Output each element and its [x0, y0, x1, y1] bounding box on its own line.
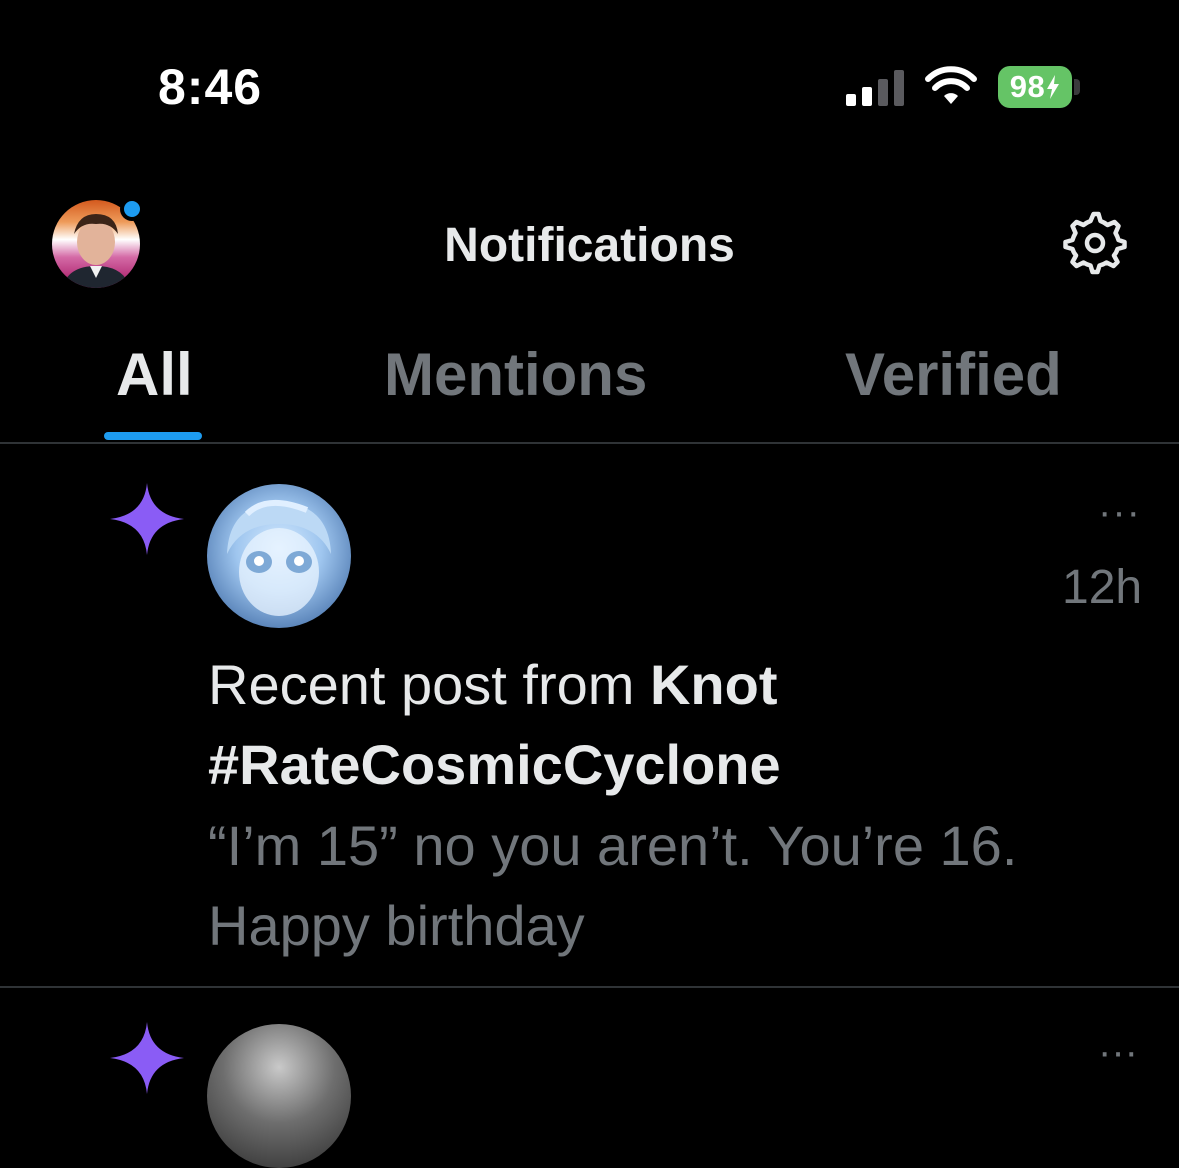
author-name[interactable]: Knot [650, 653, 778, 716]
sparkle-icon [110, 483, 184, 555]
battery-cap [1074, 79, 1080, 95]
author-avatar[interactable] [207, 1024, 351, 1168]
more-options-button[interactable]: ··· [1098, 1030, 1138, 1075]
row-divider [0, 986, 1179, 988]
post-preview-line-2: Happy birthday [208, 894, 585, 957]
summary-prefix: Recent post from [208, 653, 650, 716]
post-preview-line-1: “I’m 15” no you aren’t. You’re 16. [208, 814, 1018, 877]
hashtag-link[interactable]: #RateCosmicCyclone [208, 725, 781, 805]
tab-all[interactable]: All [116, 340, 193, 409]
tabs-divider [0, 442, 1179, 444]
tab-verified[interactable]: Verified [845, 340, 1062, 409]
author-avatar[interactable] [207, 484, 351, 628]
notification-summary[interactable]: Recent post from Knot [208, 645, 777, 725]
page-title: Notifications [444, 219, 735, 272]
sparkle-icon [110, 1022, 184, 1094]
author-avatar-art [227, 499, 331, 616]
battery-indicator: 98 [998, 66, 1072, 108]
wifi-icon [925, 66, 977, 104]
timestamp: 12h [1062, 561, 1143, 614]
signal-icon [846, 70, 904, 106]
charging-bolt-icon [1047, 75, 1060, 99]
status-time: 8:46 [158, 59, 263, 115]
battery-level: 98 [1009, 69, 1046, 104]
gear-icon[interactable] [1062, 210, 1128, 276]
more-options-button[interactable]: ··· [1098, 490, 1141, 535]
active-tab-indicator [104, 432, 202, 440]
tab-mentions[interactable]: Mentions [384, 340, 647, 409]
